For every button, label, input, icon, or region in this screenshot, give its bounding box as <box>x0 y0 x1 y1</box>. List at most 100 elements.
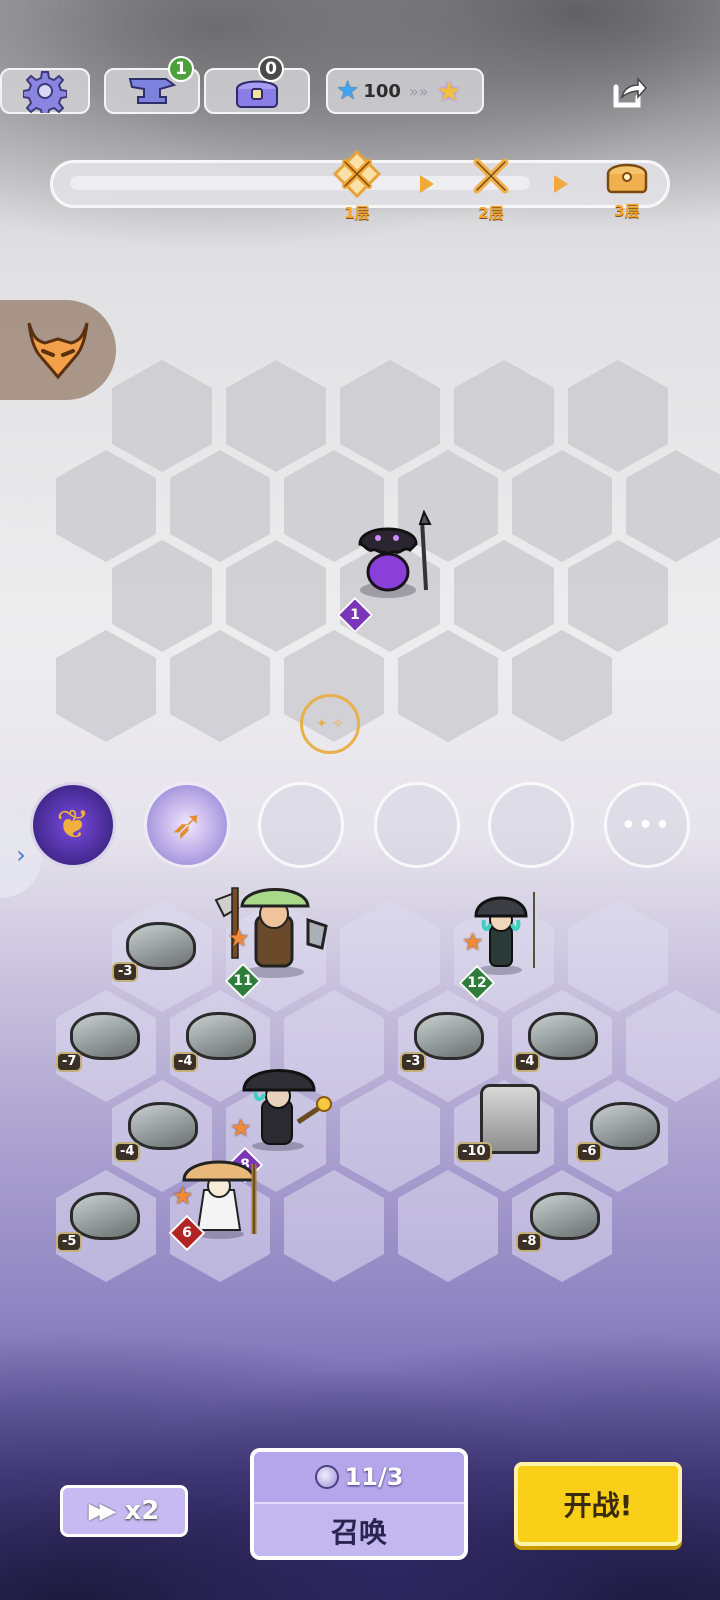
ally-hex-cell[interactable] <box>340 1080 440 1192</box>
sparkle-target-icon: ✦ ✧ <box>300 694 360 754</box>
arrow-right-icon <box>554 175 568 193</box>
share-icon <box>613 77 648 108</box>
rock-durability-label: -4 <box>514 1052 541 1072</box>
ally-mushroom-warrior[interactable]: ★ 11 <box>212 880 342 1000</box>
unit-star-icon: ★ <box>230 1114 252 1142</box>
enemy-hex-cell[interactable] <box>454 360 554 472</box>
more-label: ••• <box>621 812 673 838</box>
enemy-hex-cell[interactable] <box>56 450 156 562</box>
fight-label: 开战! <box>563 1489 633 1522</box>
enemy-hex-cell[interactable] <box>512 630 612 742</box>
wing-skill-icon: ❦ <box>56 802 90 848</box>
unit-level: 11 <box>233 973 253 989</box>
anvil-count-badge: 1 <box>168 56 194 82</box>
enemy-hex-cell[interactable] <box>170 450 270 562</box>
chevron-right-icon: › <box>16 841 26 869</box>
enemy-hex-cell[interactable] <box>226 360 326 472</box>
rock-obstacle <box>590 1102 660 1150</box>
boss-info-tab[interactable] <box>0 300 116 400</box>
double-chevron-icon: »» <box>408 81 429 101</box>
chest-button[interactable]: 0 <box>204 56 310 114</box>
unit-star-icon: ★ <box>228 924 250 952</box>
enemy-hex-cell[interactable] <box>170 630 270 742</box>
star-upgrade-bar[interactable]: ★ 100 »» ★ <box>326 68 484 114</box>
enemy-hex-cell[interactable] <box>454 540 554 652</box>
demon-mask-icon <box>27 322 89 380</box>
rock-durability-label: -5 <box>56 1232 83 1252</box>
enemy-octopus-spearman[interactable]: 1 <box>336 509 448 634</box>
rock-obstacle <box>530 1192 600 1240</box>
rock-durability-label: -8 <box>516 1232 543 1252</box>
enemy-hex-cell[interactable] <box>568 360 668 472</box>
crossed-swords-icon <box>473 158 509 194</box>
rock-durability-label: -7 <box>56 1052 83 1072</box>
summon-label-row: 召唤 <box>254 1504 464 1558</box>
ally-mushroom-priest[interactable]: ★ 6 <box>168 1150 280 1260</box>
enemy-hex-cell[interactable] <box>112 540 212 652</box>
rock-obstacle <box>128 1102 198 1150</box>
star-value: 100 <box>363 80 401 102</box>
treasure-chest-icon <box>606 163 648 194</box>
unit-level: 6 <box>182 1225 192 1241</box>
enemy-hex-cell[interactable] <box>56 630 156 742</box>
floor-label-3: 3层 <box>614 202 640 220</box>
summon-cost-row: 11/3 <box>254 1452 464 1504</box>
speed-label: x2 <box>124 1496 160 1526</box>
summon-orb-icon <box>314 1465 339 1489</box>
rock-durability-label: -3 <box>400 1052 427 1072</box>
enemy-hex-cell[interactable] <box>626 450 720 562</box>
gear-icon <box>23 71 67 113</box>
rock-durability-label: -4 <box>114 1142 141 1162</box>
settings-button[interactable] <box>0 68 90 114</box>
chest-count-badge: 0 <box>258 56 284 82</box>
arrow-right-icon <box>420 175 434 193</box>
rock-obstacle <box>414 1012 484 1060</box>
anvil-button[interactable]: 1 <box>104 56 200 114</box>
summon-label: 召唤 <box>330 1516 387 1549</box>
rock-obstacle <box>70 1192 140 1240</box>
ally-mushroom-wizard[interactable]: ★ 8 <box>226 1062 338 1184</box>
enemy-hex-cell[interactable] <box>226 540 326 652</box>
rainbow-star-icon: ★ <box>436 74 462 108</box>
rock-durability-label: -3 <box>112 962 139 982</box>
skill-slot[interactable]: ❦ <box>30 782 116 868</box>
rock-durability-label: -4 <box>172 1052 199 1072</box>
start-battle-button[interactable]: 开战! <box>514 1462 682 1546</box>
share-button[interactable] <box>600 70 656 116</box>
rock-durability-label: -6 <box>576 1142 603 1162</box>
more-skills-button[interactable]: ••• <box>604 782 690 868</box>
skill-slot[interactable] <box>258 782 344 868</box>
blue-star-icon: ★ <box>336 76 360 106</box>
rock-durability-label: -10 <box>456 1142 492 1162</box>
unit-level: 12 <box>467 975 487 991</box>
skill-slot[interactable]: ➶ <box>144 782 230 868</box>
floor-label-2: 2层 <box>478 204 504 222</box>
ally-mushroom-mage-girl[interactable]: ★ 12 <box>458 886 558 1002</box>
ally-hex-cell[interactable] <box>568 900 668 1012</box>
enemy-hex-cell[interactable] <box>340 360 440 472</box>
floor-node-3: 3层 <box>592 156 662 221</box>
skill-slot[interactable] <box>374 782 460 868</box>
skill-slot[interactable] <box>488 782 574 868</box>
crossed-swords-icon <box>332 149 382 199</box>
ally-hex-cell[interactable] <box>626 990 720 1102</box>
octopus-enemy-icon <box>358 509 432 598</box>
floor-label-1: 1层 <box>344 204 370 222</box>
rock-obstacle <box>528 1012 598 1060</box>
enemy-hex-cell[interactable] <box>112 360 212 472</box>
enemy-hex-cell[interactable] <box>568 540 668 652</box>
unit-star-icon: ★ <box>172 1182 194 1210</box>
enemy-hex-cell[interactable] <box>512 450 612 562</box>
enemy-hex-cell[interactable] <box>398 630 498 742</box>
speed-toggle-button[interactable]: ▶▶ x2 <box>60 1485 188 1537</box>
bow-skill-icon: ➶ <box>170 802 204 848</box>
summon-count: 11/3 <box>344 1463 404 1491</box>
floor-node-1: 1层 <box>322 149 392 223</box>
floor-node-2: 2层 <box>456 154 526 223</box>
ally-hex-cell[interactable] <box>398 1170 498 1282</box>
ally-hex-cell[interactable] <box>284 1170 384 1282</box>
summon-button[interactable]: 11/3 召唤 <box>250 1448 468 1560</box>
unit-star-icon: ★ <box>462 928 484 956</box>
ally-hex-cell[interactable] <box>340 900 440 1012</box>
enemy-level: 1 <box>350 607 360 623</box>
